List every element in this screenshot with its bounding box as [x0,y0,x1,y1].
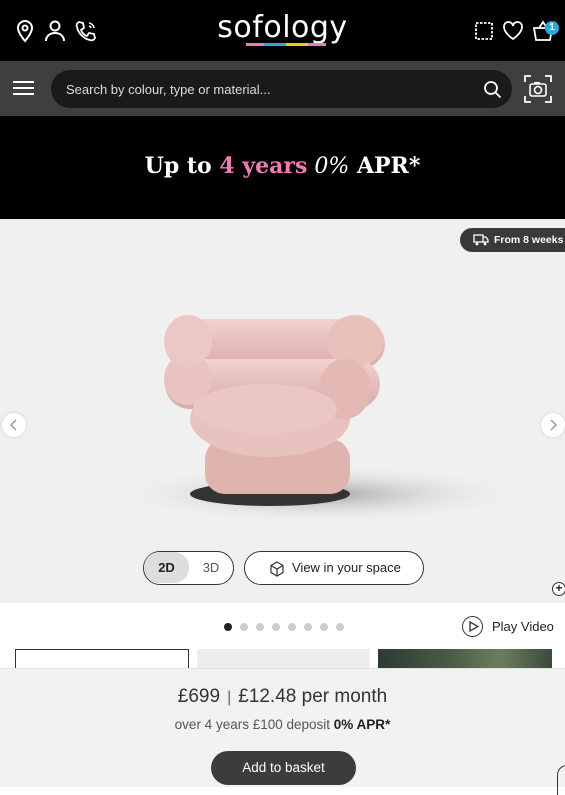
promo-highlight: 4 years [219,153,308,179]
chevron-right-icon [550,419,558,431]
logo-stripe [308,43,326,46]
add-to-basket-button[interactable]: Add to basket [211,751,356,785]
top-header: sofology 1 [0,0,565,61]
play-icon [462,616,483,637]
promo-suffix: APR* [349,153,421,179]
play-video-button[interactable]: Play Video [462,616,557,638]
menu-icon[interactable] [13,81,34,96]
pagination-dot[interactable] [224,623,232,631]
logo-stripe [264,43,286,46]
finance-promo-banner[interactable]: Up to 4 years 0% APR* [0,116,565,219]
view-in-space-label: View in your space [292,560,401,575]
pagination-dot[interactable] [256,623,264,631]
truck-icon [473,234,489,246]
thumbnail[interactable] [378,649,552,669]
wishlist-icon[interactable] [502,19,526,43]
price-line: £699 | £12.48 per month [0,686,565,708]
pagination-dot[interactable] [304,623,312,631]
price-separator: | [227,689,232,706]
delivery-badge: From 8 weeks [460,228,565,252]
toggle-2d-button[interactable]: 2D [144,552,189,583]
sticky-buy-bar: £699 | £12.48 per month over 4 years £100 … [0,668,565,795]
product-gallery: From 8 weeks 2D 3D View in your space + [0,219,565,603]
play-video-label: Play Video [492,619,554,634]
product-image[interactable] [60,299,530,539]
cube-icon [270,561,284,577]
pagination-dot[interactable] [272,623,280,631]
search-input[interactable] [51,70,512,108]
pagination-dot[interactable] [320,623,328,631]
search-bar [0,61,565,116]
pagination-dot[interactable] [336,623,344,631]
chat-launcher[interactable] [557,765,565,795]
basket-count-badge: 1 [545,21,559,35]
promo-rate: 0% [307,154,350,179]
swatch-icon[interactable] [473,19,497,43]
gallery-next-button[interactable] [541,413,565,437]
product-price: £699 [177,686,221,707]
monthly-price: £12.48 per month [238,686,388,707]
finance-terms-text: over 4 years £100 deposit [174,717,334,732]
thumbnail[interactable] [197,649,370,669]
logo-stripe [246,43,264,46]
search-icon[interactable] [483,80,503,105]
promo-headline: Up to 4 years 0% APR* [0,153,565,179]
delivery-label: From 8 weeks [494,234,564,246]
toggle-3d-button[interactable]: 3D [191,552,231,583]
view-in-space-button[interactable]: View in your space [244,551,424,585]
logo-stripe [286,43,308,46]
zoom-in-icon[interactable]: + [552,582,565,596]
finance-terms: over 4 years £100 deposit 0% APR* [0,717,565,732]
view-mode-toggle: 2D 3D [143,551,234,585]
finance-apr: 0% APR* [333,717,391,732]
chevron-left-icon [9,419,17,431]
pagination-dot[interactable] [288,623,296,631]
thumbnail-strip [0,649,565,669]
thumbnail[interactable] [15,649,189,669]
pagination-dot[interactable] [240,623,248,631]
promo-prefix: Up to [144,153,220,179]
gallery-prev-button[interactable] [2,413,26,437]
visual-search-icon[interactable] [524,75,552,103]
